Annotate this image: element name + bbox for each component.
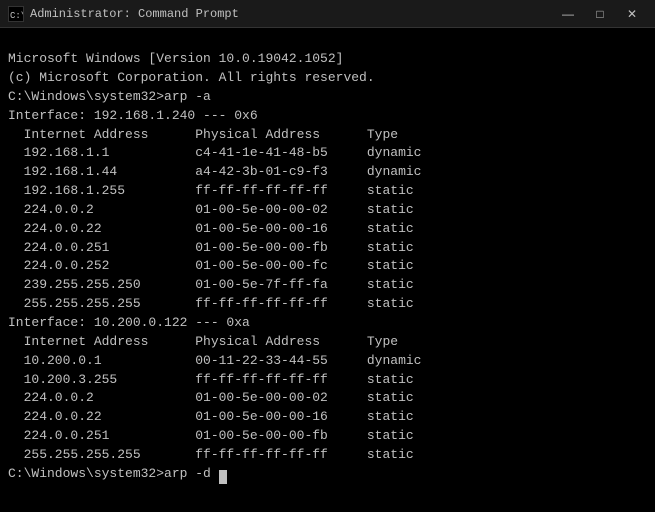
window-controls: — □ ✕: [553, 4, 647, 24]
terminal-line: 239.255.255.250 01-00-5e-7f-ff-fa static: [8, 276, 647, 295]
minimize-button[interactable]: —: [553, 4, 583, 24]
terminal-line: Internet Address Physical Address Type: [8, 333, 647, 352]
window-title: Administrator: Command Prompt: [30, 7, 239, 21]
terminal-line: 224.0.0.251 01-00-5e-00-00-fb static: [8, 427, 647, 446]
terminal-line: 224.0.0.2 01-00-5e-00-00-02 static: [8, 201, 647, 220]
terminal-line: C:\Windows\system32>arp -d: [8, 465, 647, 484]
cursor: [219, 470, 227, 484]
title-bar: C:\ Administrator: Command Prompt — □ ✕: [0, 0, 655, 28]
terminal-line: 10.200.3.255 ff-ff-ff-ff-ff-ff static: [8, 371, 647, 390]
terminal-line: 255.255.255.255 ff-ff-ff-ff-ff-ff static: [8, 446, 647, 465]
svg-text:C:\: C:\: [10, 11, 23, 21]
terminal-line: 192.168.1.1 c4-41-1e-41-48-b5 dynamic: [8, 144, 647, 163]
terminal-line: 224.0.0.251 01-00-5e-00-00-fb static: [8, 239, 647, 258]
terminal-line: 255.255.255.255 ff-ff-ff-ff-ff-ff static: [8, 295, 647, 314]
title-bar-left: C:\ Administrator: Command Prompt: [8, 6, 239, 22]
terminal-line: (c) Microsoft Corporation. All rights re…: [8, 69, 647, 88]
terminal-line: 224.0.0.2 01-00-5e-00-00-02 static: [8, 389, 647, 408]
terminal-line: Interface: 10.200.0.122 --- 0xa: [8, 314, 647, 333]
terminal-line: Internet Address Physical Address Type: [8, 126, 647, 145]
terminal-line: 10.200.0.1 00-11-22-33-44-55 dynamic: [8, 352, 647, 371]
close-button[interactable]: ✕: [617, 4, 647, 24]
terminal-output: Microsoft Windows [Version 10.0.19042.10…: [0, 28, 655, 488]
terminal-line: 192.168.1.255 ff-ff-ff-ff-ff-ff static: [8, 182, 647, 201]
terminal-line: 192.168.1.44 a4-42-3b-01-c9-f3 dynamic: [8, 163, 647, 182]
terminal-line: 224.0.0.22 01-00-5e-00-00-16 static: [8, 220, 647, 239]
terminal-line: 224.0.0.252 01-00-5e-00-00-fc static: [8, 257, 647, 276]
terminal-line: 224.0.0.22 01-00-5e-00-00-16 static: [8, 408, 647, 427]
maximize-button[interactable]: □: [585, 4, 615, 24]
terminal-line: Interface: 192.168.1.240 --- 0x6: [8, 107, 647, 126]
cmd-icon: C:\: [8, 6, 24, 22]
terminal-line: C:\Windows\system32>arp -a: [8, 88, 647, 107]
terminal-line: Microsoft Windows [Version 10.0.19042.10…: [8, 50, 647, 69]
